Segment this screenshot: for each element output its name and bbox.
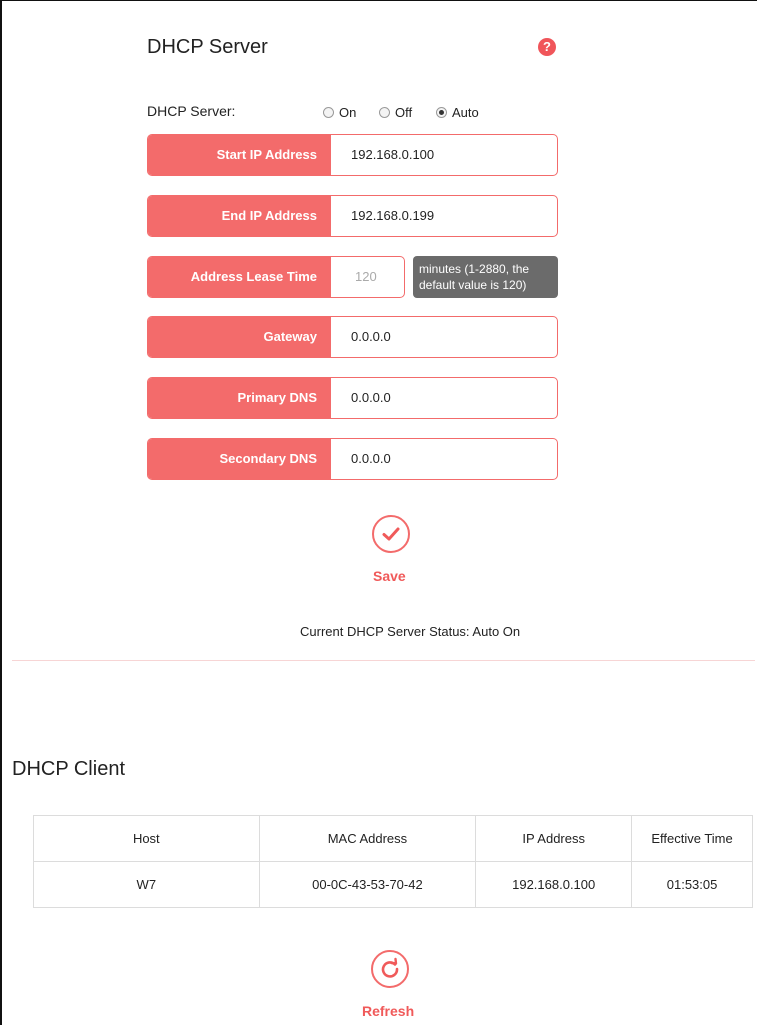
section-divider: [12, 660, 755, 661]
save-button[interactable]: [372, 515, 410, 553]
dhcp-server-title: DHCP Server: [147, 36, 268, 58]
gateway-label: Gateway: [148, 317, 331, 357]
table-row: W7 00-0C-43-53-70-42 192.168.0.100 01:53…: [33, 861, 753, 908]
refresh-button[interactable]: [371, 950, 409, 988]
radio-off[interactable]: Off: [379, 105, 412, 120]
radio-auto-label: Auto: [452, 105, 479, 120]
dhcp-status-text: Current DHCP Server Status: Auto On: [300, 624, 521, 639]
radio-auto[interactable]: Auto: [436, 105, 479, 120]
lease-time-field: Address Lease Time 120: [147, 256, 405, 298]
cell-mac: 00-0C-43-53-70-42: [258, 861, 477, 908]
refresh-label[interactable]: Refresh: [362, 1003, 414, 1019]
table-header-row: Host MAC Address IP Address Effective Ti…: [33, 815, 753, 862]
radio-on[interactable]: On: [323, 105, 356, 120]
lease-time-input[interactable]: 120: [331, 257, 404, 297]
dhcp-server-mode-row: DHCP Server: On Off Auto: [147, 101, 567, 123]
save-label[interactable]: Save: [373, 568, 406, 584]
cell-host: W7: [33, 861, 260, 908]
start-ip-field: Start IP Address 192.168.0.100: [147, 134, 558, 176]
secondary-dns-field: Secondary DNS 0.0.0.0: [147, 438, 558, 480]
column-header-effective-time: Effective Time: [631, 815, 753, 862]
page-border-left: [0, 0, 2, 1025]
start-ip-input[interactable]: 192.168.0.100: [331, 135, 557, 175]
cell-effective-time: 01:53:05: [631, 861, 753, 908]
radio-off-dot[interactable]: [379, 107, 390, 118]
secondary-dns-input[interactable]: 0.0.0.0: [331, 439, 557, 479]
gateway-input[interactable]: 0.0.0.0: [331, 317, 557, 357]
lease-time-label: Address Lease Time: [148, 257, 331, 297]
end-ip-input[interactable]: 192.168.0.199: [331, 196, 557, 236]
help-question-icon[interactable]: ?: [538, 38, 556, 56]
radio-auto-dot[interactable]: [436, 107, 447, 118]
end-ip-field: End IP Address 192.168.0.199: [147, 195, 558, 237]
dhcp-client-title: DHCP Client: [12, 758, 125, 780]
column-header-ip: IP Address: [475, 815, 633, 862]
dhcp-server-label: DHCP Server:: [147, 103, 236, 119]
cell-ip: 192.168.0.100: [475, 861, 633, 908]
radio-off-label: Off: [395, 105, 413, 120]
dhcp-client-table: Host MAC Address IP Address Effective Ti…: [33, 815, 753, 908]
column-header-host: Host: [33, 815, 260, 862]
gateway-field: Gateway 0.0.0.0: [147, 316, 558, 358]
refresh-icon: [381, 957, 399, 978]
lease-time-hint: minutes (1-2880, the default value is 12…: [413, 256, 558, 298]
secondary-dns-label: Secondary DNS: [148, 439, 331, 479]
radio-on-label: On: [339, 105, 357, 120]
end-ip-label: End IP Address: [148, 196, 331, 236]
page-border-top: [0, 0, 757, 1]
radio-on-dot[interactable]: [323, 107, 334, 118]
checkmark-icon: [382, 527, 400, 541]
column-header-mac: MAC Address: [258, 815, 477, 862]
primary-dns-input[interactable]: 0.0.0.0: [331, 378, 557, 418]
start-ip-label: Start IP Address: [148, 135, 331, 175]
primary-dns-label: Primary DNS: [148, 378, 331, 418]
primary-dns-field: Primary DNS 0.0.0.0: [147, 377, 558, 419]
